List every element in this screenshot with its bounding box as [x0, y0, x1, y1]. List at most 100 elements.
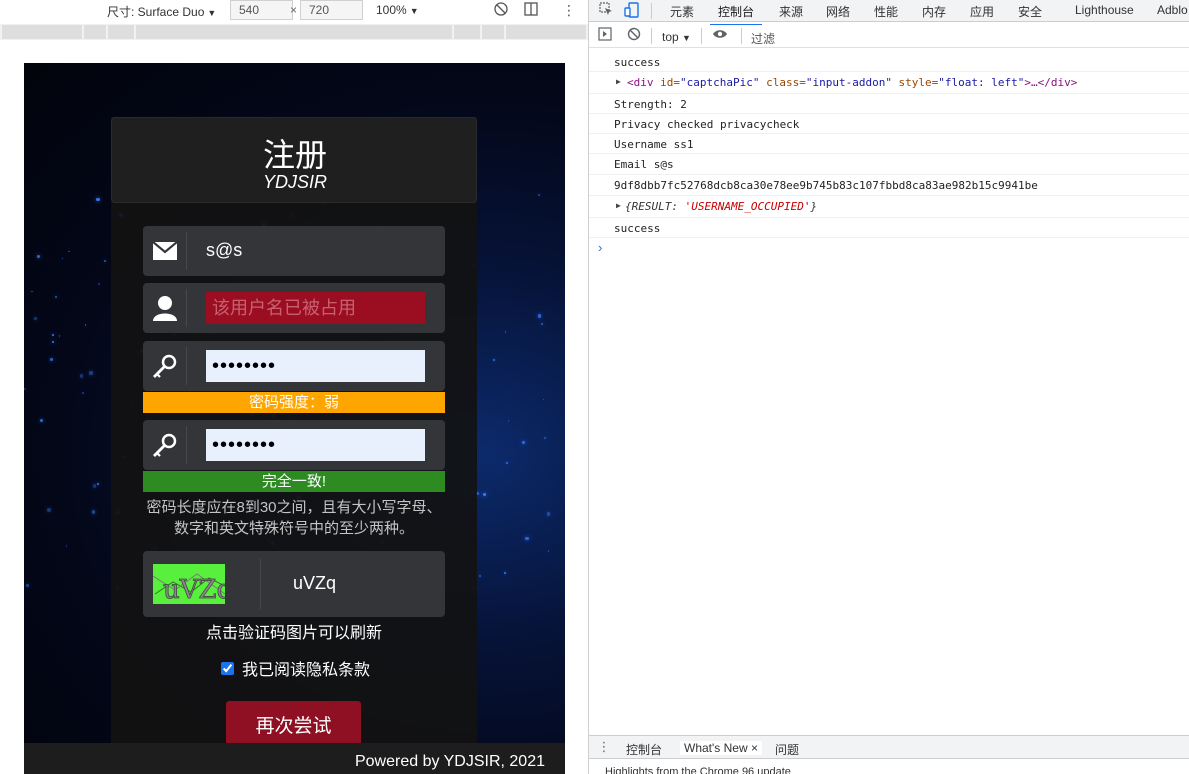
star-dot: [47, 507, 52, 512]
console-log-row: success: [589, 218, 1189, 238]
console-log-row: success: [589, 52, 1189, 72]
log-text: 9df8dbb7fc52768dcb8ca30e78ee9b745b83c107…: [614, 179, 1038, 192]
star-dot: [537, 314, 542, 319]
filter-input[interactable]: 过滤: [751, 30, 775, 47]
star-dot: [493, 358, 496, 361]
star-dot: [81, 391, 85, 394]
password-input[interactable]: ••••••••: [206, 350, 425, 382]
element-tag: <div: [627, 76, 654, 89]
console-toolbar: top ▼ 过滤: [589, 25, 1189, 48]
divider: [741, 28, 742, 44]
password-rule-hint: 密码长度应在8到30之间，且有大小写字母、数字和英文特殊符号中的至少两种。: [146, 499, 442, 537]
tab-performance[interactable]: 性能: [874, 3, 898, 20]
drawer-tab-whats-new[interactable]: What's New ×: [680, 741, 762, 755]
drawer-tab-console[interactable]: 控制台: [626, 741, 662, 758]
zoom-select[interactable]: 100% ▼: [376, 3, 419, 17]
expand-triangle-icon[interactable]: ▶: [616, 201, 621, 210]
star-dot: [482, 493, 486, 497]
star-dot: [84, 324, 87, 326]
inspect-element-icon[interactable]: [597, 2, 615, 20]
tab-application[interactable]: 应用: [970, 3, 994, 20]
expand-triangle-icon[interactable]: ▶: [616, 77, 621, 86]
object-brace: }: [810, 200, 818, 213]
console-element-row[interactable]: ▶ <div id="captchaPic" class="input-addo…: [589, 72, 1189, 94]
star-dot: [104, 259, 107, 262]
log-text: Email s@s: [614, 158, 674, 171]
page-title: 注册: [262, 137, 327, 173]
tab-elements[interactable]: 元素: [670, 3, 694, 20]
captcha-group: uVZq uVZq: [143, 551, 445, 617]
context-label: top: [662, 30, 679, 44]
divider: [651, 3, 652, 19]
username-input[interactable]: [206, 292, 425, 324]
star-dot: [507, 420, 509, 422]
object-value: 'USERNAME_OCCUPIED': [684, 200, 811, 213]
star-dot: [96, 198, 100, 202]
more-options-icon[interactable]: ⋮: [560, 1, 578, 19]
captcha-image[interactable]: uVZq: [153, 564, 225, 604]
console-object-row[interactable]: ▶ {RESULT: 'USERNAME_OCCUPIED'}: [589, 196, 1189, 218]
device-select[interactable]: 尺寸: Surface Duo ▼: [107, 3, 216, 20]
whats-new-heading: Highlights from the Chrome 96 update: [605, 766, 791, 774]
email-field[interactable]: s@s: [206, 240, 242, 261]
star-dot: [26, 584, 29, 588]
dual-screen-icon[interactable]: [522, 1, 540, 19]
media-query-segment[interactable]: [84, 25, 106, 39]
tab-lighthouse[interactable]: Lighthouse: [1075, 3, 1134, 17]
console-prompt[interactable]: ›: [598, 240, 602, 255]
media-query-segment[interactable]: [108, 25, 134, 39]
confirm-password-input[interactable]: ••••••••: [206, 429, 425, 461]
console-log-row: Email s@s: [589, 154, 1189, 175]
captcha-input[interactable]: uVZq: [293, 573, 336, 594]
element-attr-value: "float: left": [938, 76, 1025, 89]
star-dot: [58, 335, 61, 337]
console-log-row: 9df8dbb7fc52768dcb8ca30e78ee9b745b83c107…: [589, 175, 1189, 196]
console-log-row: Strength: 2: [589, 94, 1189, 114]
drawer-menu-icon[interactable]: ⋮: [595, 738, 613, 756]
object-text: {RESULT: 'USERNAME_OCCUPIED'}: [625, 200, 817, 213]
devtools-panel: 元素 控制台 来源 网络 性能 内存 应用 安全 Lighthouse Adbl…: [588, 0, 1189, 774]
media-query-segment[interactable]: [2, 25, 82, 39]
tab-console[interactable]: 控制台: [709, 3, 763, 26]
eye-icon[interactable]: [711, 27, 729, 45]
log-text: Privacy checked privacycheck: [614, 118, 800, 131]
tab-network[interactable]: 网络: [826, 3, 850, 20]
device-toggle-icon[interactable]: [623, 2, 641, 20]
drawer-tab-label: What's New: [684, 741, 748, 755]
width-input[interactable]: 540: [230, 0, 293, 20]
tab-memory[interactable]: 内存: [922, 3, 946, 20]
times-sign: ×: [290, 3, 298, 17]
media-query-bar[interactable]: [0, 24, 588, 40]
star-dot: [525, 537, 529, 541]
star-dot: [543, 398, 545, 400]
star-dot: [521, 440, 526, 445]
context-select[interactable]: top ▼: [662, 30, 691, 44]
key-icon: [143, 341, 187, 391]
media-query-segment[interactable]: [482, 25, 504, 39]
tab-sources[interactable]: 来源: [779, 3, 803, 20]
sidebar-toggle-icon[interactable]: [596, 27, 614, 45]
close-icon[interactable]: ×: [751, 741, 758, 755]
divider: [260, 559, 261, 609]
privacy-label: 我已阅读隐私条款: [242, 662, 371, 679]
tab-security[interactable]: 安全: [1018, 3, 1042, 20]
caret-down-icon: ▼: [207, 8, 217, 18]
media-query-segment[interactable]: [136, 25, 452, 39]
rotate-icon[interactable]: [492, 1, 510, 19]
privacy-checkbox-row[interactable]: 我已阅读隐私条款: [221, 656, 370, 680]
retry-button[interactable]: 再次尝试: [226, 701, 361, 747]
element-attr-value: "input-addon": [805, 76, 892, 89]
drawer-tab-issues[interactable]: 问题: [775, 741, 799, 758]
star-dot: [89, 370, 94, 375]
privacy-checkbox[interactable]: [221, 661, 234, 675]
star-dot: [68, 250, 70, 252]
clear-console-icon[interactable]: [625, 27, 643, 45]
media-query-segment[interactable]: [454, 25, 480, 39]
tab-adblock[interactable]: Adblo: [1157, 3, 1188, 17]
media-query-segment[interactable]: [506, 25, 586, 39]
height-input[interactable]: 720: [300, 0, 363, 20]
console-log-row: Privacy checked privacycheck: [589, 114, 1189, 134]
star-dot: [65, 545, 67, 547]
device-emulation-pane: 尺寸: Surface Duo ▼ 540 × 720 100% ▼ ⋮ 注册 …: [0, 0, 588, 774]
star-dot: [537, 193, 540, 196]
